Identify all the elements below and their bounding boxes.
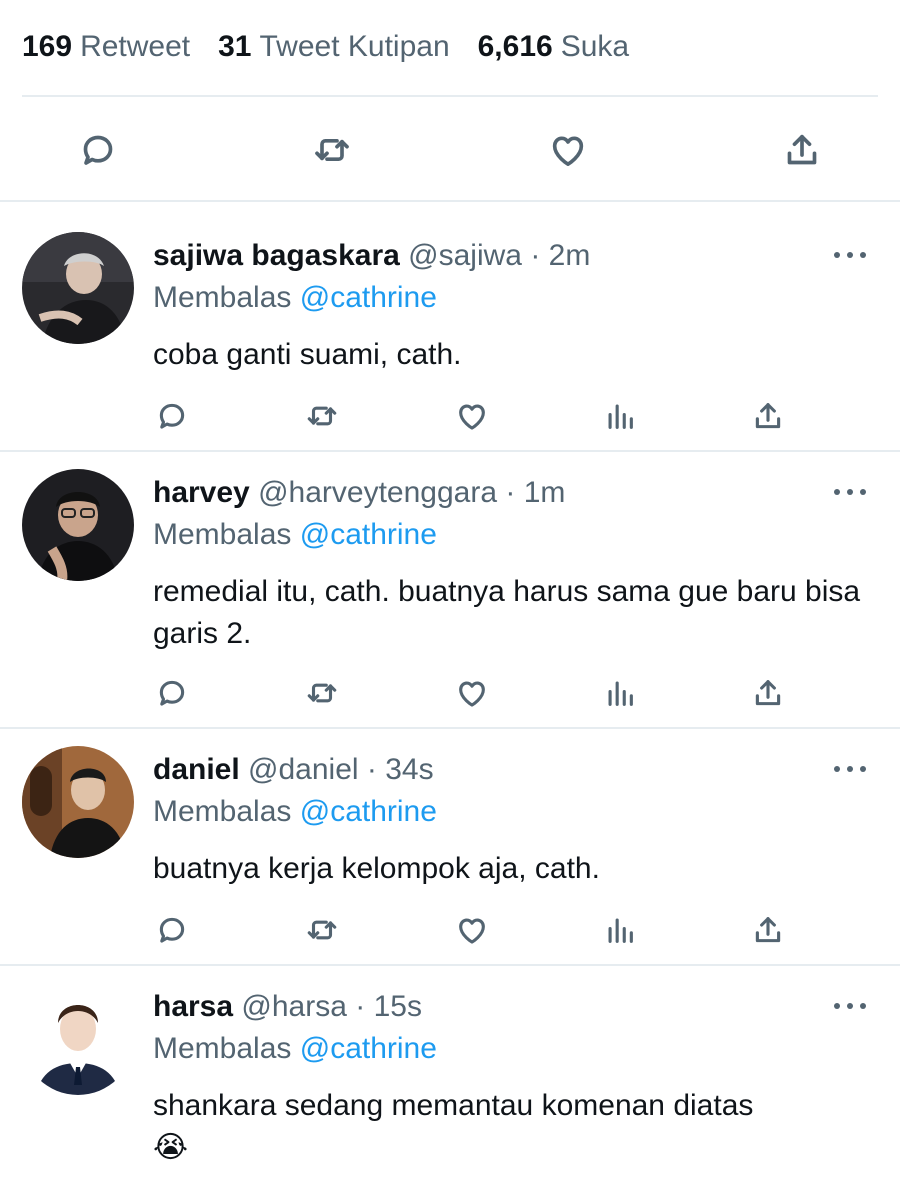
reply-header: harvey @harveytenggara · 1m <box>153 473 565 513</box>
analytics-button[interactable] <box>600 673 640 713</box>
reply-button[interactable] <box>152 396 192 436</box>
user-handle[interactable]: @harveytenggara <box>258 476 497 509</box>
mention-link[interactable]: @cathrine <box>300 281 437 314</box>
mention-link[interactable]: @cathrine <box>300 518 437 551</box>
reply-action-bar <box>0 396 900 440</box>
reply-button[interactable] <box>76 128 120 172</box>
share-button[interactable] <box>748 910 788 950</box>
main-action-bar <box>0 118 900 182</box>
more-options-button[interactable] <box>832 481 868 505</box>
reply-header: daniel @daniel · 34s <box>153 750 434 790</box>
user-handle[interactable]: @sajiwa <box>408 239 522 272</box>
reply-header: sajiwa bagaskara @sajiwa · 2m <box>153 236 590 276</box>
timestamp[interactable]: · 15s <box>355 990 422 1023</box>
timestamp[interactable]: · 2m <box>530 239 590 272</box>
more-options-button[interactable] <box>832 995 868 1019</box>
retweet-icon <box>315 139 349 161</box>
mention-link[interactable]: @cathrine <box>300 1032 437 1065</box>
retweet-button[interactable] <box>302 910 342 950</box>
replying-to: Membalas @cathrine <box>153 281 437 314</box>
reply-icon <box>159 917 185 943</box>
reply-button[interactable] <box>152 673 192 713</box>
like-icon <box>459 681 485 707</box>
share-icon <box>755 403 781 429</box>
reply-item[interactable]: harsa @harsa · 15s Membalas @cathrine sh… <box>0 957 900 1200</box>
like-icon <box>459 404 485 430</box>
divider <box>22 95 878 97</box>
replying-to: Membalas @cathrine <box>153 518 437 551</box>
like-icon <box>552 136 584 167</box>
mention-link[interactable]: @cathrine <box>300 795 437 828</box>
retweet-icon <box>307 920 337 940</box>
analytics-icon <box>608 681 633 706</box>
reply-text: buatnya kerja kelompok aja, cath. <box>153 852 600 885</box>
like-button[interactable] <box>452 910 492 950</box>
avatar[interactable] <box>22 232 134 344</box>
reply-icon <box>159 680 185 706</box>
display-name[interactable]: sajiwa bagaskara <box>153 239 400 272</box>
reply-button[interactable] <box>152 910 192 950</box>
timestamp[interactable]: · 34s <box>367 753 434 786</box>
user-handle[interactable]: @harsa <box>241 990 347 1023</box>
reply-item[interactable]: harvey @harveytenggara · 1m Membalas @ca… <box>0 443 900 729</box>
reply-item[interactable]: sajiwa bagaskara @sajiwa · 2m Membalas @… <box>0 206 900 450</box>
retweet-button[interactable] <box>302 673 342 713</box>
reply-icon <box>159 403 185 429</box>
more-options-button[interactable] <box>832 758 868 782</box>
quote-stat[interactable]: 31 Tweet Kutipan <box>218 30 450 64</box>
analytics-button[interactable] <box>600 910 640 950</box>
analytics-button[interactable] <box>600 396 640 436</box>
share-icon <box>755 917 781 943</box>
avatar-photo <box>22 232 134 344</box>
reply-text: remedial itu, cath. buatnya harus sama g… <box>153 575 861 650</box>
avatar-photo <box>22 746 134 858</box>
reply-text: coba ganti suami, cath. <box>153 338 462 371</box>
reply-item[interactable]: daniel @daniel · 34s Membalas @cathrine … <box>0 720 900 966</box>
avatar[interactable] <box>22 469 134 581</box>
crying-emoji: 😭 <box>153 1131 189 1164</box>
like-icon <box>459 918 485 944</box>
like-stat[interactable]: 6,616 Suka <box>478 30 629 64</box>
replying-to: Membalas @cathrine <box>153 795 437 828</box>
like-button[interactable] <box>452 396 492 436</box>
display-name[interactable]: daniel <box>153 753 240 786</box>
reply-action-bar <box>0 910 900 954</box>
divider <box>0 200 900 202</box>
retweet-icon <box>307 406 337 426</box>
retweet-button[interactable] <box>310 128 354 172</box>
more-options-button[interactable] <box>832 244 868 268</box>
analytics-icon <box>608 404 633 429</box>
avatar[interactable] <box>22 746 134 858</box>
avatar-photo <box>22 983 134 1095</box>
reply-text: shankara sedang memantau komenan diatas … <box>153 1089 754 1164</box>
retweet-stat[interactable]: 169 Retweet <box>22 30 190 64</box>
avatar-photo <box>22 469 134 581</box>
tweet-stats: 169 Retweet 31 Tweet Kutipan 6,616 Suka <box>22 22 878 72</box>
replying-to: Membalas @cathrine <box>153 1032 437 1065</box>
user-handle[interactable]: @daniel <box>248 753 359 786</box>
timestamp[interactable]: · 1m <box>505 476 565 509</box>
like-button[interactable] <box>546 128 590 172</box>
share-button[interactable] <box>780 128 824 172</box>
share-icon <box>755 680 781 706</box>
reply-icon <box>83 135 113 165</box>
like-button[interactable] <box>452 673 492 713</box>
share-icon <box>787 134 817 165</box>
analytics-icon <box>608 918 633 943</box>
share-button[interactable] <box>748 673 788 713</box>
avatar[interactable] <box>22 983 134 1095</box>
reply-header: harsa @harsa · 15s <box>153 987 422 1027</box>
retweet-button[interactable] <box>302 396 342 436</box>
reply-action-bar <box>0 673 900 717</box>
display-name[interactable]: harsa <box>153 990 233 1023</box>
display-name[interactable]: harvey <box>153 476 250 509</box>
retweet-icon <box>307 683 337 703</box>
share-button[interactable] <box>748 396 788 436</box>
